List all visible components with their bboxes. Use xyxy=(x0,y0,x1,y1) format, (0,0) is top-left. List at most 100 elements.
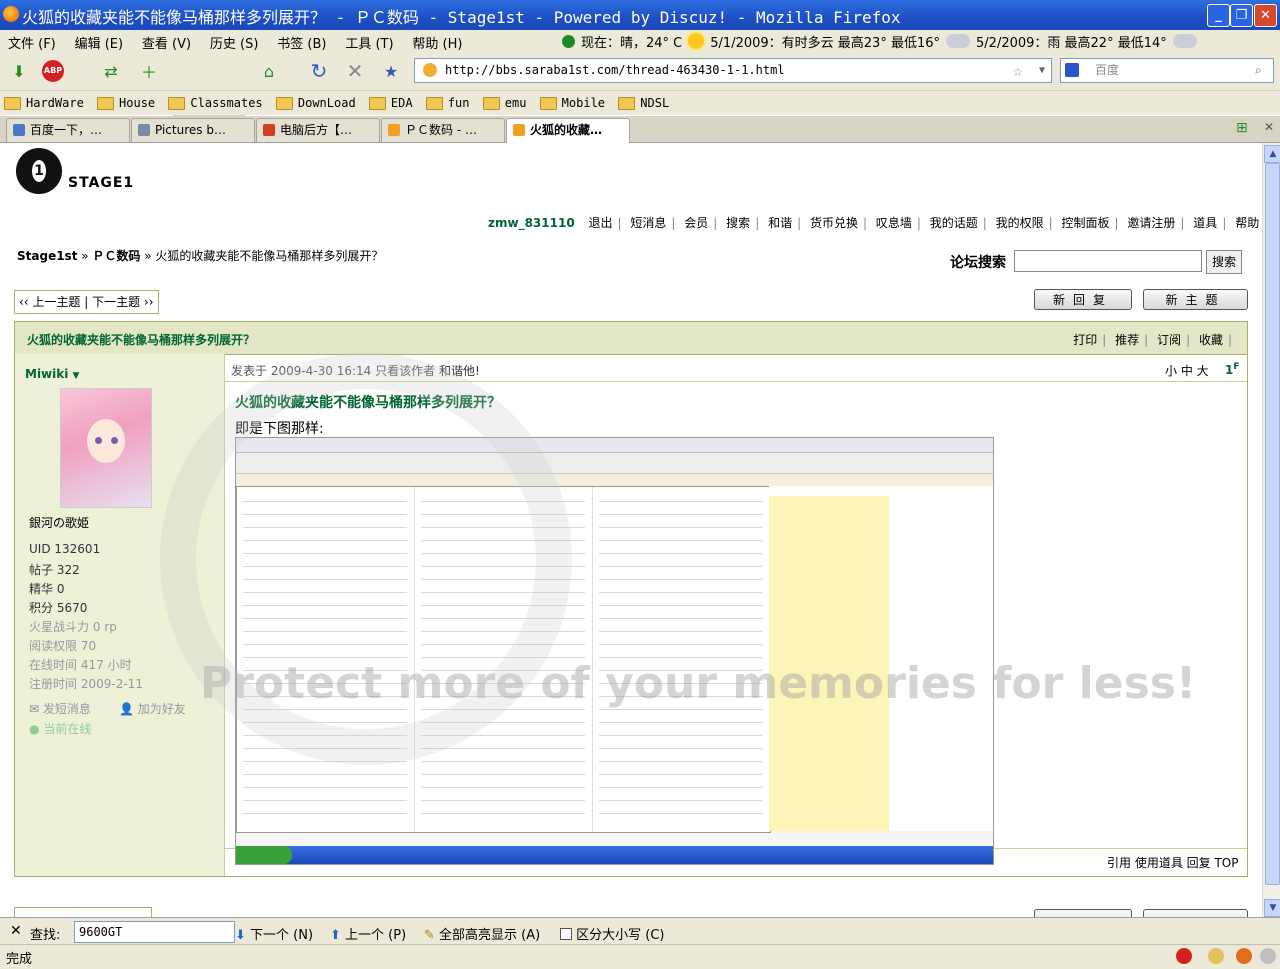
search-go-icon[interactable]: ⌕ xyxy=(1255,59,1262,82)
menu-help[interactable]: 帮助 (H) xyxy=(404,30,469,52)
post-footer-actions[interactable]: 引用 使用道具 回复 TOP xyxy=(1107,854,1238,871)
link-my-topics[interactable]: 我的话题 xyxy=(930,216,978,230)
search-engine-icon[interactable] xyxy=(1065,63,1079,77)
findbar-close-icon[interactable]: ✕ xyxy=(10,923,22,939)
cloud-status-icon[interactable] xyxy=(1260,948,1276,964)
url-dropdown-icon[interactable]: ▼ xyxy=(1039,59,1045,82)
username-link[interactable]: zmw_831110 xyxy=(488,216,575,230)
link-harmony[interactable]: 和谐 xyxy=(768,216,792,230)
link-invite[interactable]: 邀请注册 xyxy=(1127,216,1175,230)
menu-view[interactable]: 查看 (V) xyxy=(134,30,198,52)
find-input[interactable]: 9600GT xyxy=(74,921,235,943)
scroll-thumb[interactable] xyxy=(1265,163,1280,885)
find-next-button[interactable]: ⬇ 下一个 (N) xyxy=(235,924,313,943)
bookmark-folder-house[interactable]: House xyxy=(97,91,155,115)
action-favorite[interactable]: 收藏 xyxy=(1199,333,1223,347)
stat-digest: 精华 0 xyxy=(29,582,65,596)
checkbox-icon xyxy=(560,928,572,940)
breadcrumb-current: 火狐的收藏夹能不能像马桶那样多列展开？ xyxy=(155,249,384,263)
folder-icon xyxy=(368,96,386,110)
weather-widget[interactable]: 现在：晴，24° C 5/1/2009：有时多云 最高23° 最低16° 5/2… xyxy=(562,30,1197,52)
tab-pictures[interactable]: Pictures b… xyxy=(131,118,255,142)
highlight-all-button[interactable]: ✎ 全部高亮显示 (A) xyxy=(424,924,540,943)
avatar[interactable] xyxy=(60,388,152,508)
forum-search-button[interactable]: 搜索 xyxy=(1206,250,1242,274)
link-exchange[interactable]: 货币兑换 xyxy=(810,216,858,230)
menu-tools[interactable]: 工具 (T) xyxy=(337,30,400,52)
author-name-menu[interactable]: Miwiki ▼ xyxy=(25,367,79,381)
scroll-up-arrow[interactable]: ▲ xyxy=(1264,145,1280,163)
bookmark-star-icon[interactable]: ★ xyxy=(378,58,404,84)
bookmark-folder-hardware[interactable]: HardWare xyxy=(4,91,84,115)
floor-number: 1F xyxy=(1225,362,1240,377)
match-case-checkbox[interactable]: 区分大小写 (C) xyxy=(560,924,665,943)
tab-pc-forum[interactable]: 电脑后方【… xyxy=(256,118,380,142)
font-size-switch[interactable]: 小 中 大 xyxy=(1165,362,1209,379)
firefox-status-icon[interactable] xyxy=(1236,948,1252,964)
new-topic-button-bottom[interactable] xyxy=(1143,909,1248,917)
prev-next-thread-bottom[interactable] xyxy=(14,907,152,917)
new-topic-button[interactable]: 新主题 xyxy=(1143,289,1248,310)
adblock-status-icon[interactable] xyxy=(1176,948,1192,964)
menu-edit[interactable]: 编辑 (E) xyxy=(67,30,131,52)
menu-bookmarks[interactable]: 书签 (B) xyxy=(269,30,333,52)
bookmark-folder-ndsl[interactable]: NDSL xyxy=(618,91,669,115)
folder-icon xyxy=(97,96,115,110)
link-items[interactable]: 道具 xyxy=(1193,216,1217,230)
tab-baidu[interactable]: 百度一下，… xyxy=(6,118,130,142)
breadcrumb-section[interactable]: ＰＣ数码 xyxy=(92,249,140,263)
prev-next-thread[interactable]: ‹‹ 上一主题 | 下一主题 ›› xyxy=(14,290,159,314)
bookmark-folder-mobile[interactable]: Mobile xyxy=(539,91,605,115)
stat-posts: 帖子 322 xyxy=(29,563,80,577)
minimize-button[interactable]: _ xyxy=(1207,4,1230,27)
bookmark-folder-classmates[interactable]: Classmates xyxy=(168,91,263,115)
bookmark-folder-fun[interactable]: fun xyxy=(425,91,470,115)
maximize-button[interactable]: ❐ xyxy=(1230,4,1253,27)
vertical-scrollbar[interactable]: ▲ ▼ xyxy=(1262,143,1280,917)
bookmark-folder-eda[interactable]: EDA xyxy=(368,91,413,115)
find-prev-button[interactable]: ⬆ 上一个 (P) xyxy=(330,924,406,943)
link-members[interactable]: 会员 xyxy=(684,216,708,230)
new-tab-icon[interactable]: ⊞ xyxy=(1236,120,1248,136)
bookmark-folder-download[interactable]: DownLoad xyxy=(275,91,356,115)
add-friend-link[interactable]: 👤 加为好友 xyxy=(119,700,186,717)
menu-history[interactable]: 历史 (S) xyxy=(202,30,266,52)
send-message-link[interactable]: ✉ 发短消息 xyxy=(29,700,91,717)
adblock-icon[interactable]: ABP xyxy=(40,58,66,84)
download-icon[interactable]: ⬇ xyxy=(6,58,32,84)
add-icon[interactable]: ＋ xyxy=(136,58,162,84)
link-control-panel[interactable]: 控制面板 xyxy=(1062,216,1110,230)
link-sigh-wall[interactable]: 叹息墙 xyxy=(876,216,912,230)
search-box[interactable]: 百度 ⌕ xyxy=(1060,58,1274,83)
link-search[interactable]: 搜索 xyxy=(726,216,750,230)
menu-file[interactable]: 文件 (F) xyxy=(0,30,63,52)
breadcrumb-home[interactable]: Stage1st xyxy=(17,249,77,263)
action-recommend[interactable]: 推荐 xyxy=(1115,333,1139,347)
reply-button-bottom[interactable] xyxy=(1034,909,1132,917)
link-help[interactable]: 帮助 xyxy=(1235,216,1259,230)
tab-pc-section[interactable]: ＰＣ数码 - … xyxy=(381,118,505,142)
bookmark-folder-emu[interactable]: emu xyxy=(482,91,526,115)
forum-search-input[interactable] xyxy=(1014,250,1202,272)
bookmark-page-star-icon[interactable]: ☆ xyxy=(1013,59,1023,82)
envelope-icon: ✉ xyxy=(29,702,40,716)
face-icon[interactable] xyxy=(1208,948,1224,964)
stop-icon[interactable]: ✕ xyxy=(342,58,368,84)
close-tab-icon[interactable]: ✕ xyxy=(1264,120,1274,134)
sync-icon[interactable]: ⇄ xyxy=(98,58,124,84)
action-print[interactable]: 打印 xyxy=(1073,333,1097,347)
scroll-down-arrow[interactable]: ▼ xyxy=(1264,899,1280,917)
action-subscribe[interactable]: 订阅 xyxy=(1157,333,1181,347)
tab-current-thread[interactable]: 火狐的收藏… xyxy=(506,118,630,143)
link-messages[interactable]: 短消息 xyxy=(630,216,666,230)
close-button[interactable]: ✕ xyxy=(1254,4,1277,27)
folder-icon xyxy=(168,96,186,110)
link-logout[interactable]: 退出 xyxy=(589,216,613,230)
weather-day2: 5/2/2009：雨 最高22° 最低14° xyxy=(976,35,1167,51)
reply-button[interactable]: 新回复 xyxy=(1034,289,1132,310)
stat-credits: 积分 5670 xyxy=(29,601,88,615)
reload-icon[interactable]: ↻ xyxy=(306,58,332,84)
home-icon[interactable]: ⌂ xyxy=(256,58,282,84)
link-my-permissions[interactable]: 我的权限 xyxy=(996,216,1044,230)
address-bar[interactable]: http://bbs.saraba1st.com/thread-463430-1… xyxy=(414,58,1052,83)
